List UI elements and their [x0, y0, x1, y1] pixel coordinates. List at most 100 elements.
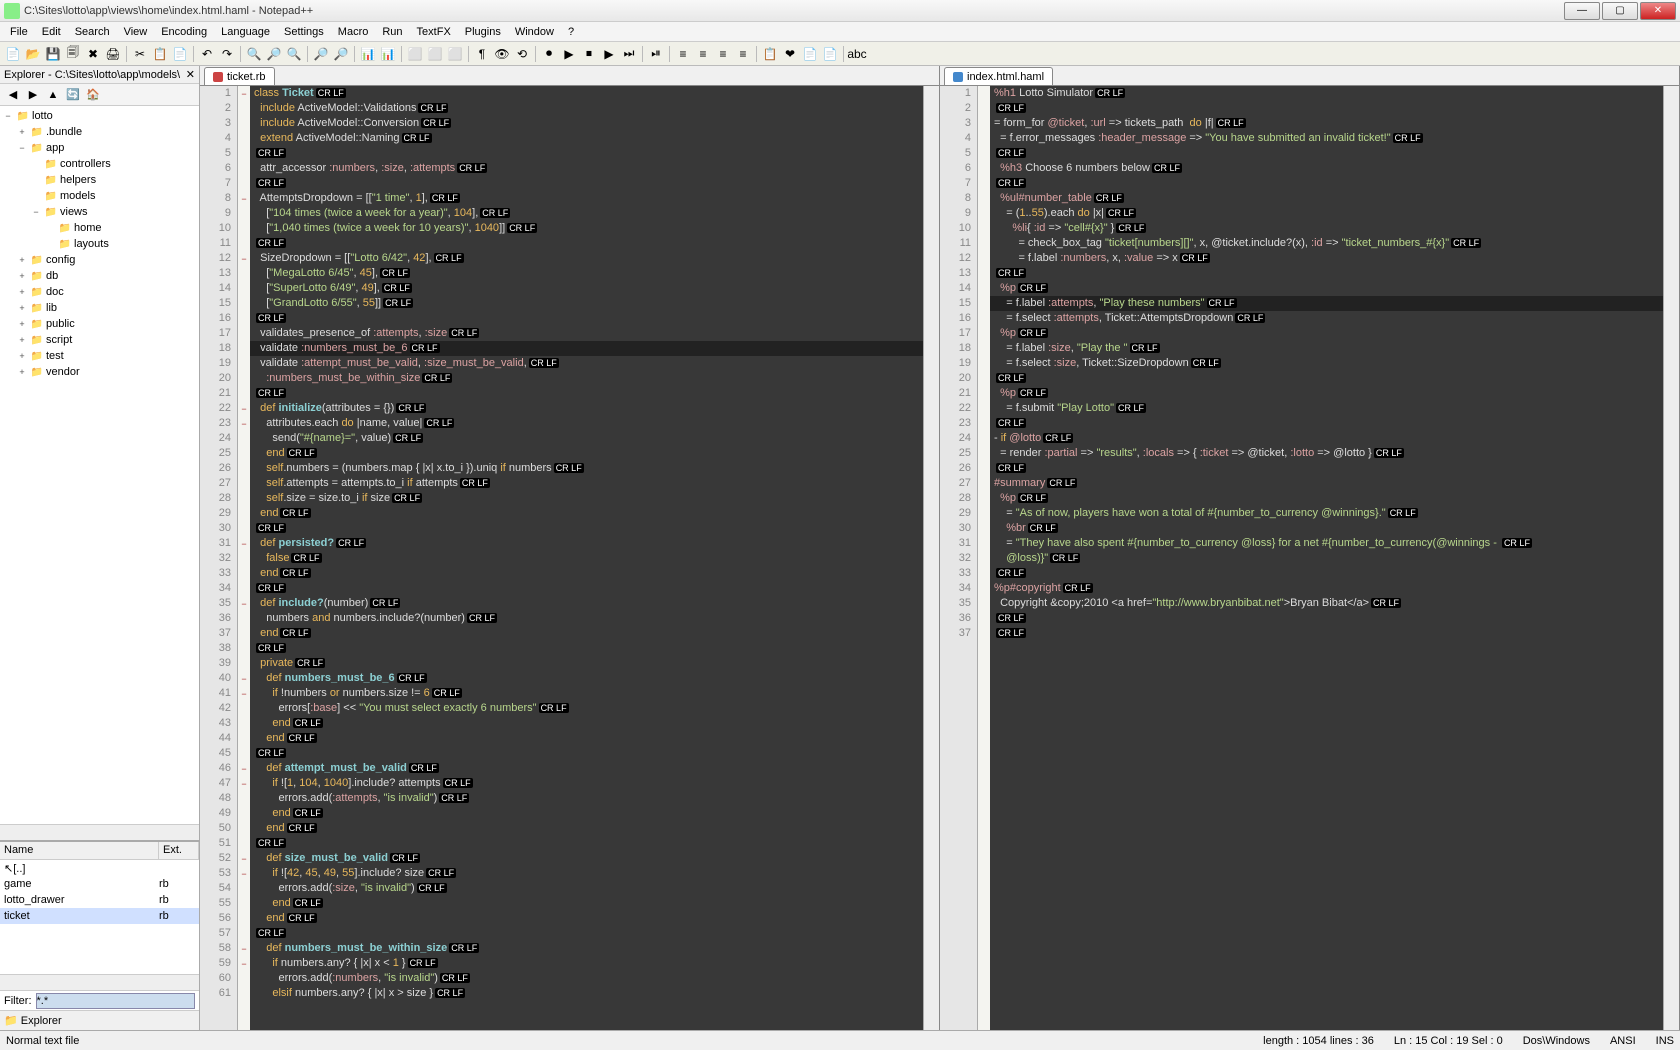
- tree-item[interactable]: +📁vendor: [2, 364, 197, 380]
- tree-item[interactable]: 📁models: [2, 188, 197, 204]
- toolbar-button[interactable]: ↶: [198, 45, 216, 63]
- tree-item[interactable]: +📁script: [2, 332, 197, 348]
- toolbar-button[interactable]: 📂: [24, 45, 42, 63]
- toolbar-button[interactable]: 💾: [44, 45, 62, 63]
- tree-hscroll[interactable]: [0, 824, 199, 840]
- folder-tree[interactable]: −📁lotto+📁.bundle−📁app📁controllers📁helper…: [0, 106, 199, 824]
- menu-encoding[interactable]: Encoding: [155, 24, 213, 40]
- tree-item[interactable]: +📁.bundle: [2, 124, 197, 140]
- toolbar-button[interactable]: ↷: [218, 45, 236, 63]
- tree-item[interactable]: −📁lotto: [2, 108, 197, 124]
- tree-item[interactable]: +📁config: [2, 252, 197, 268]
- toolbar-button[interactable]: 📄: [171, 45, 189, 63]
- tree-item[interactable]: 📁controllers: [2, 156, 197, 172]
- toolbar-button[interactable]: 🗐: [64, 45, 82, 63]
- menu-settings[interactable]: Settings: [278, 24, 330, 40]
- menu-textfx[interactable]: TextFX: [411, 24, 457, 40]
- code-lines[interactable]: class TicketCR LF include ActiveModel::V…: [250, 86, 923, 1030]
- nav-button[interactable]: 🏠: [84, 86, 102, 104]
- code-area-left[interactable]: 1234567891011121314151617181920212223242…: [200, 86, 939, 1030]
- toolbar-button[interactable]: 🔎: [332, 45, 350, 63]
- tree-item[interactable]: −📁views: [2, 204, 197, 220]
- tree-item[interactable]: +📁doc: [2, 284, 197, 300]
- toolbar-button[interactable]: ⬜: [446, 45, 464, 63]
- nav-button[interactable]: ▶: [24, 86, 42, 104]
- vscroll-left[interactable]: [923, 86, 939, 1030]
- toolbar-button[interactable]: ≡: [694, 45, 712, 63]
- tree-item[interactable]: +📁test: [2, 348, 197, 364]
- nav-button[interactable]: ▲: [44, 86, 62, 104]
- tree-item[interactable]: 📁home: [2, 220, 197, 236]
- toolbar-button[interactable]: ⏭: [620, 45, 638, 63]
- file-row[interactable]: lotto_drawerrb: [0, 892, 199, 908]
- menu-run[interactable]: Run: [376, 24, 408, 40]
- fold-column[interactable]: −−−−−−−−−−−−−−−: [238, 86, 250, 1030]
- tree-item[interactable]: 📁layouts: [2, 236, 197, 252]
- filelist-hscroll[interactable]: [0, 974, 199, 990]
- toolbar-button[interactable]: ⏯: [647, 45, 665, 63]
- toolbar-button[interactable]: abc: [848, 45, 866, 63]
- code-area-right[interactable]: 1234567891011121314151617181920212223242…: [940, 86, 1679, 1030]
- toolbar-button[interactable]: 📄: [801, 45, 819, 63]
- filter-input[interactable]: [36, 993, 196, 1009]
- toolbar-button[interactable]: ▶: [560, 45, 578, 63]
- tree-item[interactable]: +📁db: [2, 268, 197, 284]
- toolbar-button[interactable]: ≡: [734, 45, 752, 63]
- toolbar-button[interactable]: 🔍: [245, 45, 263, 63]
- menu-search[interactable]: Search: [69, 24, 116, 40]
- toolbar-button[interactable]: 🔎: [312, 45, 330, 63]
- toolbar-button[interactable]: 📋: [151, 45, 169, 63]
- menu-?[interactable]: ?: [562, 24, 580, 40]
- nav-button[interactable]: ◀: [4, 86, 22, 104]
- toolbar-button[interactable]: ≡: [714, 45, 732, 63]
- toolbar-button[interactable]: 👁: [493, 45, 511, 63]
- file-row[interactable]: gamerb: [0, 876, 199, 892]
- toolbar-button[interactable]: ⬜: [406, 45, 424, 63]
- col-ext[interactable]: Ext.: [159, 842, 199, 859]
- toolbar-button[interactable]: ✂: [131, 45, 149, 63]
- toolbar-button[interactable]: 🔎: [265, 45, 283, 63]
- col-name[interactable]: Name: [0, 842, 159, 859]
- explorer-tab[interactable]: 📁 Explorer: [0, 1010, 199, 1030]
- menu-file[interactable]: File: [4, 24, 34, 40]
- tree-item[interactable]: +📁lib: [2, 300, 197, 316]
- close-button[interactable]: ✕: [1640, 2, 1676, 20]
- tab-ticket-rb[interactable]: ticket.rb: [204, 67, 275, 85]
- toolbar-button[interactable]: ⏺: [540, 45, 558, 63]
- file-row[interactable]: ↖[..]: [0, 860, 199, 876]
- toolbar-button[interactable]: ⏹: [580, 45, 598, 63]
- menu-macro[interactable]: Macro: [332, 24, 375, 40]
- toolbar-button[interactable]: ≡: [674, 45, 692, 63]
- toolbar-button[interactable]: ▶: [600, 45, 618, 63]
- menu-edit[interactable]: Edit: [36, 24, 67, 40]
- fold-column[interactable]: [978, 86, 990, 1030]
- toolbar-button[interactable]: ⟲: [513, 45, 531, 63]
- toolbar-button[interactable]: 📄: [821, 45, 839, 63]
- tree-item[interactable]: 📁helpers: [2, 172, 197, 188]
- tree-item[interactable]: +📁public: [2, 316, 197, 332]
- toolbar-button[interactable]: 📋: [761, 45, 779, 63]
- nav-button[interactable]: 🔄: [64, 86, 82, 104]
- toolbar-button[interactable]: ❤: [781, 45, 799, 63]
- toolbar-button[interactable]: 🖨: [104, 45, 122, 63]
- menu-plugins[interactable]: Plugins: [459, 24, 507, 40]
- toolbar-button[interactable]: 📊: [379, 45, 397, 63]
- maximize-button[interactable]: ▢: [1602, 2, 1638, 20]
- menu-language[interactable]: Language: [215, 24, 276, 40]
- toolbar-button[interactable]: ✖: [84, 45, 102, 63]
- toolbar-button[interactable]: ⬜: [426, 45, 444, 63]
- toolbar-button[interactable]: 📄: [4, 45, 22, 63]
- explorer-close-icon[interactable]: ✕: [186, 68, 195, 81]
- file-row[interactable]: ticketrb: [0, 908, 199, 924]
- tree-item[interactable]: −📁app: [2, 140, 197, 156]
- file-list-header[interactable]: Name Ext.: [0, 842, 199, 860]
- toolbar-button[interactable]: ¶: [473, 45, 491, 63]
- vscroll-right[interactable]: [1663, 86, 1679, 1030]
- minimize-button[interactable]: —: [1564, 2, 1600, 20]
- toolbar-button[interactable]: 📊: [359, 45, 377, 63]
- menu-view[interactable]: View: [118, 24, 154, 40]
- file-list-body[interactable]: ↖[..]gamerblotto_drawerrbticketrb: [0, 860, 199, 974]
- tab-index-haml[interactable]: index.html.haml: [944, 67, 1053, 85]
- code-lines[interactable]: %h1 Lotto SimulatorCR LFCR LF= form_for …: [990, 86, 1663, 1030]
- menu-window[interactable]: Window: [509, 24, 560, 40]
